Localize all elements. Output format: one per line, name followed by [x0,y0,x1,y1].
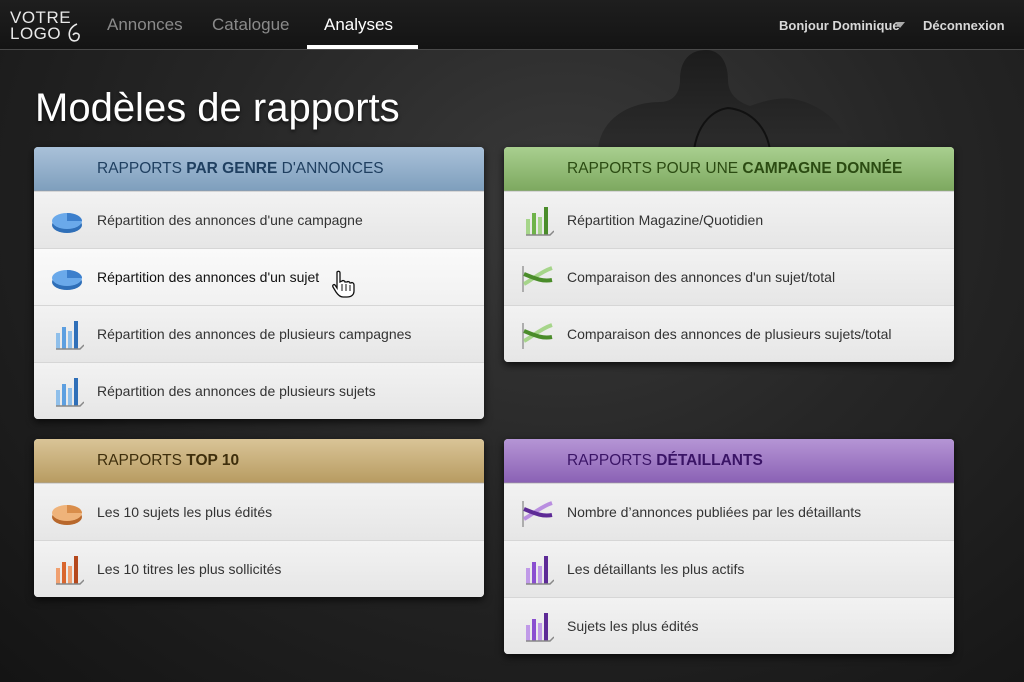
report-label: Répartition des annonces de plusieurs su… [97,383,376,399]
report-label: Comparaison des annonces de plusieurs su… [567,326,892,342]
header-text-bold: TOP 10 [186,452,240,469]
header-text: RAPPORTS [97,452,187,469]
line-chart-icon [522,501,553,527]
nav-tab-analyses[interactable]: Analyses [324,0,393,49]
report-label: Répartition des annonces d'une campagne [97,212,363,228]
report-link-repartition-plusieurs-campagnes[interactable]: Répartition des annonces de plusieurs ca… [34,305,484,362]
logo-line-2: LOGO [10,24,62,43]
hand-cursor-icon [332,270,355,298]
logo[interactable]: VOTRE LOGO [10,9,82,43]
report-link-titres-plus-sollicites[interactable]: Les 10 titres les plus sollicités [34,540,484,597]
active-tab-indicator [307,45,418,49]
panel-header-par-genre: RAPPORTS PAR GENRE D'ANNONCES [34,147,484,191]
bar-chart-icon [526,556,554,585]
bar-chart-icon [56,321,84,350]
panel-rapports-campagne-donnee: RAPPORTS POUR UNE CAMPAGNE DONNÉE Répart… [504,147,954,362]
panel-rapports-detaillants: RAPPORTS DÉTAILLANTS Nombre d’annonces p… [504,439,954,654]
header-text-end: D'ANNONCES [277,160,384,177]
background-decoration [598,50,848,150]
panel-header-campagne: RAPPORTS POUR UNE CAMPAGNE DONNÉE [504,147,954,191]
report-link-comparaison-sujet-total[interactable]: Comparaison des annonces d'un sujet/tota… [504,248,954,305]
pie-chart-icon [52,270,82,290]
logo-swirl-icon [68,23,80,42]
report-label: Les 10 sujets les plus édités [97,504,273,520]
page-title: Modèles de rapports [35,86,400,130]
user-menu[interactable]: Bonjour Dominique [779,0,900,49]
pie-chart-icon [52,213,82,233]
report-link-detaillants-plus-actifs[interactable]: Les détaillants les plus actifs [504,540,954,597]
report-link-annonces-par-detaillants[interactable]: Nombre d’annonces publiées par les détai… [504,483,954,540]
pie-chart-icon [52,505,82,525]
report-label: Comparaison des annonces d'un sujet/tota… [567,269,836,285]
top-navigation-bar: VOTRE LOGO Annonces Catalogue Analyses B… [0,0,1024,50]
report-label: Sujets les plus édités [567,618,699,634]
bar-chart-icon [56,378,84,407]
report-link-magazine-quotidien[interactable]: Répartition Magazine/Quotidien [504,191,954,248]
line-chart-icon [522,323,553,349]
panel-rapports-par-genre: RAPPORTS PAR GENRE D'ANNONCES Répartitio… [34,147,484,419]
report-link-sujets-plus-edites[interactable]: Les 10 sujets les plus édités [34,483,484,540]
report-label: Les 10 titres les plus sollicités [97,561,282,577]
report-link-repartition-campagne[interactable]: Répartition des annonces d'une campagne [34,191,484,248]
panel-header-detaillants: RAPPORTS DÉTAILLANTS [504,439,954,483]
header-text-bold: DÉTAILLANTS [656,452,763,469]
bar-chart-icon [56,556,84,585]
chevron-down-icon[interactable] [895,22,905,28]
header-text-bold: PAR GENRE [186,160,278,177]
report-link-sujets-plus-edites-detaillants[interactable]: Sujets les plus édités [504,597,954,654]
report-link-repartition-plusieurs-sujets[interactable]: Répartition des annonces de plusieurs su… [34,362,484,419]
panel-rapports-top-10: RAPPORTS TOP 10 Les 10 sujets les plus é… [34,439,484,597]
report-link-comparaison-plusieurs-sujets[interactable]: Comparaison des annonces de plusieurs su… [504,305,954,362]
nav-tab-catalogue[interactable]: Catalogue [212,0,290,49]
header-text: RAPPORTS [97,160,187,177]
header-text-bold: CAMPAGNE DONNÉE [742,160,903,177]
report-label: Les détaillants les plus actifs [567,561,745,577]
report-label: Répartition Magazine/Quotidien [567,212,764,228]
report-label: Nombre d’annonces publiées par les détai… [567,504,862,520]
header-text: RAPPORTS POUR UNE [567,160,743,177]
bar-chart-icon [526,207,554,236]
report-label: Répartition des annonces de plusieurs ca… [97,326,412,342]
line-chart-icon [522,266,553,292]
bar-chart-icon [526,613,554,642]
nav-tab-annonces[interactable]: Annonces [107,0,183,49]
header-text: RAPPORTS [567,452,657,469]
panel-header-top-10: RAPPORTS TOP 10 [34,439,484,483]
report-label: Répartition des annonces d'un sujet [97,269,320,285]
report-link-repartition-sujet[interactable]: Répartition des annonces d'un sujet [34,248,484,305]
logout-link[interactable]: Déconnexion [923,0,1005,49]
